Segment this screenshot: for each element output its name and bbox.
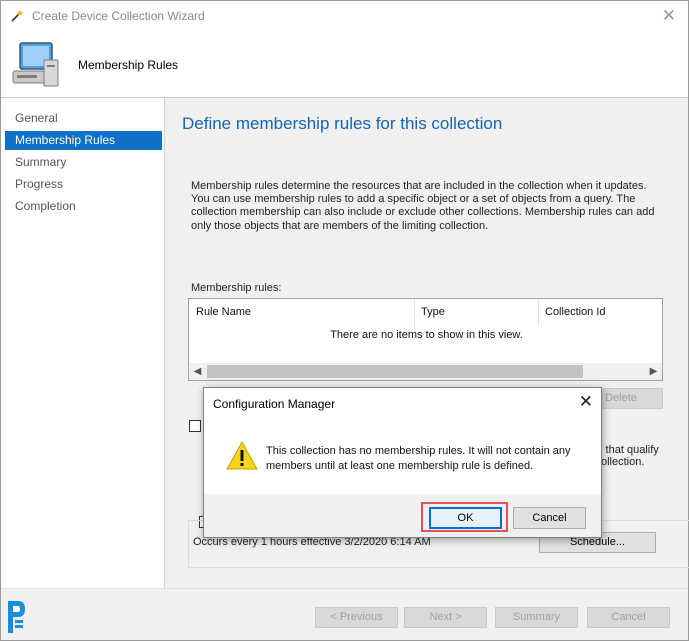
column-header-type[interactable]: Type: [414, 299, 538, 326]
nav-item-summary[interactable]: Summary: [5, 153, 162, 172]
scrollbar-thumb[interactable]: [207, 365, 583, 378]
nav-item-membership-rules[interactable]: Membership Rules: [5, 131, 162, 150]
scroll-left-icon[interactable]: ◀: [189, 363, 206, 380]
page-heading: Define membership rules for this collect…: [182, 114, 503, 133]
column-header-rule-name[interactable]: Rule Name: [189, 299, 414, 326]
column-header-collection-id[interactable]: Collection Id: [538, 299, 662, 326]
dialog-footer: OK Cancel: [204, 494, 601, 537]
dialog-cancel-button[interactable]: Cancel: [513, 507, 586, 529]
ok-button-highlight: [421, 502, 508, 532]
next-button[interactable]: Next >: [404, 607, 487, 628]
nav-item-general[interactable]: General: [5, 109, 162, 128]
warning-icon: [226, 440, 258, 470]
membership-rules-list[interactable]: Rule Name Type Collection Id There are n…: [188, 298, 663, 381]
nav-item-progress[interactable]: Progress: [5, 175, 162, 194]
title-bar: Create Device Collection Wizard ✕: [1, 1, 688, 32]
previous-button[interactable]: < Previous: [315, 607, 398, 628]
option-text-partial: s that qualify: [597, 444, 659, 456]
wizard-footer: < Previous Next > Summary Cancel: [1, 589, 688, 640]
horizontal-scrollbar[interactable]: ◀ ▶: [189, 363, 662, 380]
wizard-window: Create Device Collection Wizard ✕ Member…: [0, 0, 689, 641]
checkbox[interactable]: [189, 420, 201, 432]
window-title: Create Device Collection Wizard: [32, 9, 205, 23]
header-title: Membership Rules: [78, 58, 179, 72]
membership-rules-label: Membership rules:: [191, 282, 282, 294]
nav-item-completion[interactable]: Completion: [5, 197, 162, 216]
option-text-partial: ollection.: [601, 456, 645, 468]
wizard-header: Membership Rules: [1, 32, 688, 97]
computer-icon: [12, 42, 59, 87]
window-close-icon[interactable]: ✕: [662, 6, 676, 26]
dialog-close-icon[interactable]: ✕: [579, 392, 593, 412]
scroll-right-icon[interactable]: ▶: [645, 363, 662, 380]
dialog-message: This collection has no membership rules.…: [266, 445, 571, 472]
page-description: Membership rules determine the resources…: [191, 180, 655, 232]
dialog-title: Configuration Manager: [213, 397, 336, 411]
confirm-dialog: Configuration Manager ✕ This collection …: [203, 387, 602, 538]
wizard-nav: General Membership Rules Summary Progres…: [1, 98, 164, 588]
summary-button[interactable]: Summary: [495, 607, 578, 628]
wizard-app-icon: [11, 10, 23, 22]
cancel-button[interactable]: Cancel: [587, 607, 670, 628]
prajwal-logo-icon: [8, 601, 25, 633]
empty-list-message: There are no items to show in this view.: [330, 329, 523, 341]
